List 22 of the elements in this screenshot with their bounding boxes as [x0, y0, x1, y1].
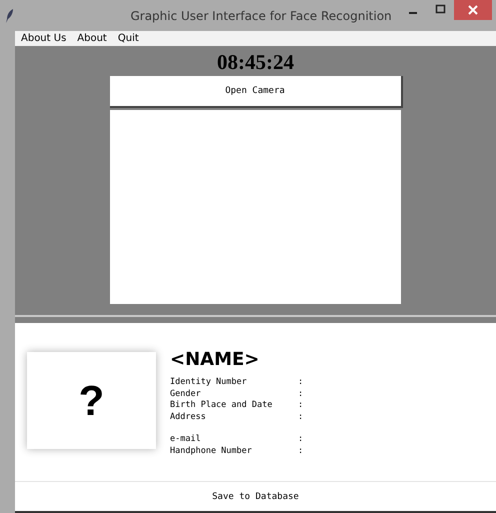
clock-text: 08:45:24: [217, 50, 294, 76]
person-name: <NAME>: [170, 349, 260, 372]
field-separator: :: [298, 400, 304, 412]
question-mark: ?: [78, 376, 104, 424]
field-label: Address: [170, 412, 207, 423]
feather-icon: [6, 8, 14, 22]
menu-item[interactable]: Quit: [118, 33, 139, 44]
field-label: Birth Place and Date: [170, 400, 274, 412]
menu-item[interactable]: About Us: [21, 33, 66, 44]
open-camera-button[interactable]: Open Camera: [110, 76, 402, 108]
field-label: Identity Number: [170, 377, 248, 388]
menu-item[interactable]: About: [77, 33, 107, 44]
field-label: Handphone Number: [170, 446, 253, 457]
field-separator: :: [298, 377, 304, 388]
field-label: e-mail: [170, 434, 202, 446]
close-icon[interactable]: [454, 0, 492, 20]
field-separator: :: [298, 446, 304, 457]
field-label: Gender: [170, 388, 202, 400]
field-separator: :: [298, 412, 304, 423]
field-separator: :: [298, 388, 304, 400]
field-separator: :: [298, 434, 304, 446]
window-title: Graphic User Interface for Face Recognition: [130, 8, 392, 22]
